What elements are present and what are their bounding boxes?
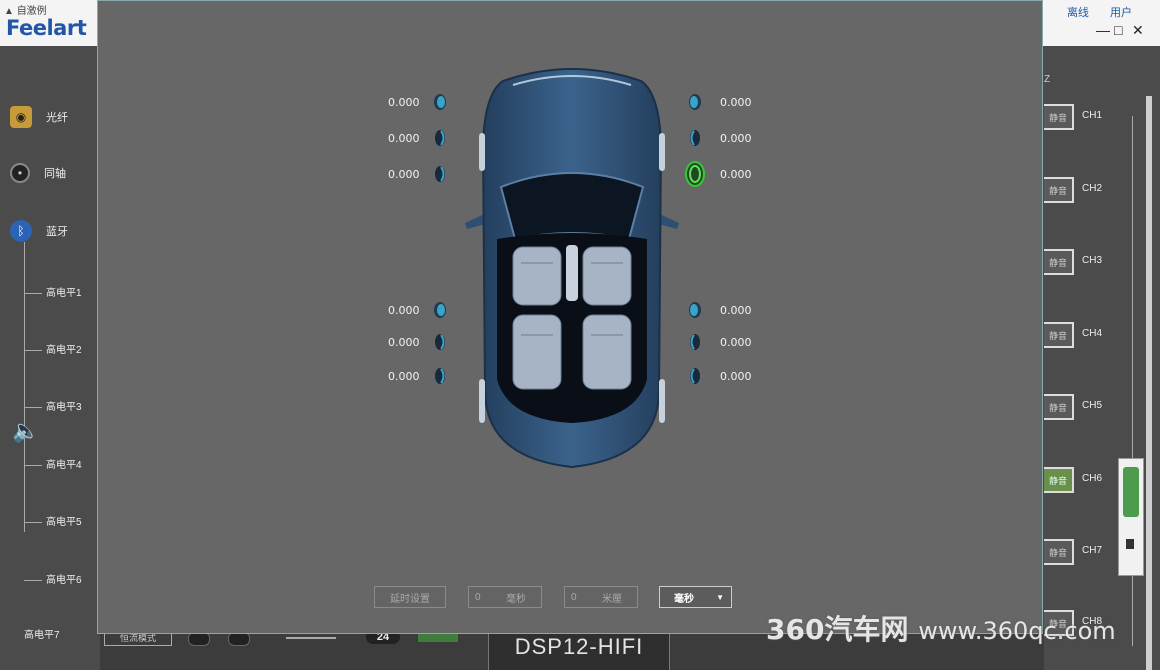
tree-item-high-level-1[interactable]: 高电平1	[24, 284, 82, 299]
speaker-value-lf-tweeter: 0.000	[388, 96, 420, 109]
speaker-delay-dialog: 0.000 0.000 0.000 0.000 0.000 0.000 0.00…	[97, 0, 1043, 634]
speaker-value-lf-mid: 0.000	[388, 132, 420, 145]
speaker-icon-lr-tweeter[interactable]	[433, 301, 447, 319]
speaker-value-rr-mid: 0.000	[720, 336, 752, 349]
mute-button-ch1[interactable]: 静音	[1044, 104, 1074, 130]
watermark-url: www.360qc.com	[918, 617, 1116, 645]
vertical-scrollbar[interactable]	[1146, 96, 1152, 670]
bluetooth-icon: ᛒ	[10, 220, 32, 242]
site-watermark: 360汽车网 www.360qc.com	[766, 608, 1116, 648]
distance-field[interactable]: 0 米厘	[564, 586, 638, 608]
delay-settings-button[interactable]: 延时设置	[374, 586, 446, 608]
tree-item-high-level-2[interactable]: 高电平2	[24, 341, 82, 356]
device-port	[1126, 539, 1134, 549]
speaker-value-rf-mid: 0.000	[720, 132, 752, 145]
speaker-value-lr-tweeter: 0.000	[388, 304, 420, 317]
channel-label-ch5: CH5	[1082, 400, 1103, 411]
channel-label-ch1: CH1	[1082, 110, 1103, 121]
window-controls: —□✕	[1096, 22, 1150, 39]
speaker-value-rr-woofer: 0.000	[720, 370, 752, 383]
channel-label-ch6: CH6	[1082, 473, 1103, 484]
speaker-icon-lf-mid[interactable]	[433, 129, 447, 147]
delay-ms-unit: 毫秒	[506, 593, 526, 605]
device-title: DSP12-HIFI	[488, 630, 670, 670]
mini-tab[interactable]: ▲ 自激例	[4, 2, 47, 17]
tree-item-high-level-6[interactable]: 高电平6	[24, 571, 82, 586]
sidebar-item-fiber[interactable]: ◉ 光纤	[10, 106, 68, 128]
car-top-view	[465, 68, 679, 469]
channel-label-ch3: CH3	[1082, 255, 1103, 266]
tree-item-high-level-3[interactable]: 高电平3	[24, 398, 82, 413]
delay-ms-field[interactable]: 0 毫秒	[468, 586, 542, 608]
app-logo: Feelart	[6, 16, 87, 40]
watermark-brand: 360汽车网	[766, 613, 909, 646]
delay-settings-label: 延时设置	[390, 593, 430, 605]
speaker-volume-icon[interactable]: 🔈	[12, 418, 39, 444]
tree-item-high-level-7[interactable]: 高电平7	[24, 626, 60, 641]
tree-item-high-level-4[interactable]: 高电平4	[24, 456, 82, 471]
sidebar-item-coax[interactable]: • 同轴	[10, 163, 66, 183]
speaker-icon-rf-mid[interactable]	[688, 129, 702, 147]
unit-select[interactable]: 毫秒 ▼	[659, 586, 732, 608]
chevron-down-icon: ▼	[716, 592, 724, 602]
tree-item-high-level-5[interactable]: 高电平5	[24, 513, 82, 528]
speaker-icon-rr-tweeter[interactable]	[688, 301, 702, 319]
fiber-icon: ◉	[10, 106, 32, 128]
channel-label-ch7: CH7	[1082, 545, 1103, 556]
speaker-value-rr-tweeter: 0.000	[720, 304, 752, 317]
mute-button-ch7[interactable]: 静音	[1044, 539, 1074, 565]
mute-button-ch4[interactable]: 静音	[1044, 322, 1074, 348]
distance-value: 0	[571, 591, 577, 603]
speaker-icon-rf-tweeter[interactable]	[688, 93, 702, 111]
maximize-icon[interactable]: □	[1114, 22, 1132, 38]
close-icon[interactable]: ✕	[1132, 22, 1150, 39]
device-pins	[1123, 467, 1139, 517]
speaker-icon-rr-woofer[interactable]	[688, 367, 702, 385]
device-connector-graphic	[1118, 458, 1144, 576]
speaker-icon-lr-mid[interactable]	[433, 333, 447, 351]
speaker-icon-lf-tweeter[interactable]	[433, 93, 447, 111]
speaker-value-rf-woofer: 0.000	[720, 168, 752, 181]
unit-select-value: 毫秒	[674, 593, 694, 605]
speaker-value-rf-tweeter: 0.000	[720, 96, 752, 109]
offline-link[interactable]: 离线	[1067, 7, 1089, 19]
user-link[interactable]: 用户	[1110, 7, 1132, 19]
speaker-icon-rr-mid[interactable]	[688, 333, 702, 351]
speaker-value-lr-woofer: 0.000	[388, 370, 420, 383]
bottom-slider[interactable]	[286, 637, 336, 639]
channel-panel: Z 静音 CH1 静音 CH2 静音 CH3 静音 CH4 静音 CH5 静音 …	[1044, 46, 1160, 670]
speaker-icon-lf-woofer[interactable]	[433, 165, 447, 183]
speaker-value-lr-mid: 0.000	[388, 336, 420, 349]
mute-button-ch3[interactable]: 静音	[1044, 249, 1074, 275]
speaker-icon-rf-woofer-selected[interactable]	[684, 161, 706, 187]
channel-panel-header: Z	[1044, 74, 1051, 85]
bottom-knob-1[interactable]	[188, 632, 210, 646]
channel-label-ch4: CH4	[1082, 328, 1103, 339]
distance-unit: 米厘	[602, 593, 622, 605]
sidebar-item-bluetooth[interactable]: ᛒ 蓝牙	[10, 220, 68, 242]
speaker-value-lf-woofer: 0.000	[388, 168, 420, 181]
mute-button-ch2[interactable]: 静音	[1044, 177, 1074, 203]
minimize-icon[interactable]: —	[1096, 22, 1114, 38]
bottom-knob-2[interactable]	[228, 632, 250, 646]
mute-button-ch6[interactable]: 静音	[1044, 467, 1074, 493]
speaker-icon-lr-woofer[interactable]	[433, 367, 447, 385]
mute-button-ch5[interactable]: 静音	[1044, 394, 1074, 420]
coax-icon: •	[10, 163, 30, 183]
channel-label-ch2: CH2	[1082, 183, 1103, 194]
top-links: 离线 用户	[1049, 4, 1132, 20]
delay-ms-value: 0	[475, 591, 481, 603]
